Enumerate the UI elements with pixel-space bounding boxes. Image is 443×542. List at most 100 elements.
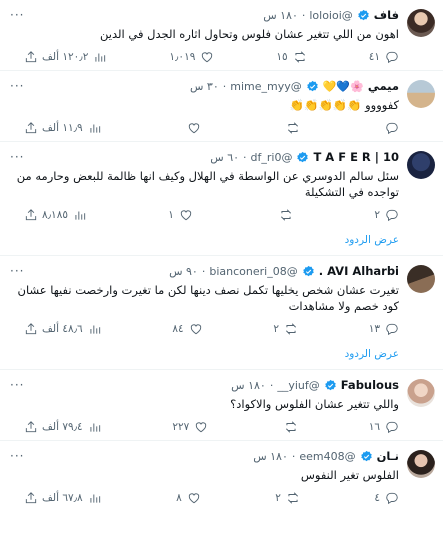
handle[interactable]: @mime_myy (230, 80, 302, 93)
retweet-button[interactable] (279, 420, 298, 434)
like-count: ٨ (176, 492, 182, 504)
timestamp[interactable]: ١٨٠ س (263, 9, 298, 22)
handle[interactable]: @eem408 (299, 450, 355, 463)
views-button[interactable]: ١٢٠٫٢ ألف (42, 50, 107, 64)
avatar[interactable] (407, 450, 435, 478)
views-button[interactable]: ١١٫٩ ألف (42, 121, 102, 135)
reply-button[interactable]: ٢ (374, 208, 399, 222)
views-button[interactable]: ٨٫١٨٥ (42, 208, 87, 222)
reply-count: ٤١ (368, 51, 380, 63)
views-icon (90, 423, 100, 432)
display-name[interactable]: Fabulous (341, 378, 399, 392)
more-icon[interactable]: ··· (10, 264, 24, 278)
timestamp[interactable]: ٦٠ س (210, 151, 239, 164)
share-icon (25, 51, 37, 63)
view-count: ٧٩٫٤ ألف (42, 421, 83, 433)
reply-button[interactable]: ١٣ (369, 322, 399, 336)
timestamp[interactable]: ١٨٠ س (231, 379, 266, 392)
handle[interactable]: @df_ri0 (251, 151, 293, 164)
share-button[interactable] (24, 208, 38, 222)
share-button[interactable] (24, 50, 38, 64)
tweet-text: تغيرت عشان شخص يخليها تكمل نصف دينها لكن… (17, 283, 399, 313)
reply-count: ١٣ (368, 323, 380, 335)
share-button[interactable] (24, 121, 38, 135)
retweet-icon (294, 51, 305, 63)
retweet-icon (286, 323, 297, 335)
retweet-button[interactable]: ٢ (273, 322, 298, 336)
tweet[interactable]: ··· AVI Alharbi . @bianconeri_08 · ٩٠ س … (0, 256, 443, 370)
avatar[interactable] (407, 80, 435, 108)
heart-icon (180, 210, 191, 221)
retweet-count: ٢ (275, 492, 281, 504)
share-icon (25, 492, 37, 504)
display-name[interactable]: T A F E R | 10 (313, 150, 399, 164)
show-replies-link[interactable]: عرض الردود (14, 228, 399, 255)
retweet-count: ٢ (273, 323, 280, 335)
separator-dot: · (201, 264, 206, 278)
tweet[interactable]: ··· نـان @eem408 · ١٨٠ س الفلوس تغير الن… (0, 441, 443, 511)
like-button[interactable]: ٨ (176, 491, 201, 505)
views-button[interactable]: ٧٩٫٤ ألف (42, 420, 102, 434)
share-button[interactable] (24, 322, 38, 336)
share-button[interactable] (24, 491, 38, 505)
retweet-button[interactable] (274, 208, 293, 222)
more-icon[interactable]: ··· (10, 79, 24, 93)
like-button[interactable]: ١٫٠١٩ (169, 50, 214, 64)
more-icon[interactable]: ··· (10, 8, 24, 22)
more-icon[interactable]: ··· (10, 150, 24, 164)
tweet[interactable]: ··· ميمي 🌸💙💛 @mime_myy · ٣٠ س كفوووو 👏👏👏… (0, 71, 443, 142)
like-count: ٨٤ (172, 323, 184, 335)
verified-badge-icon (324, 379, 336, 390)
retweet-icon (281, 209, 292, 221)
verified-badge-icon (302, 265, 314, 276)
share-icon (25, 209, 37, 221)
timestamp[interactable]: ٣٠ س (190, 80, 219, 93)
tweet[interactable]: ··· Fabulous @yiuf__ · ١٨٠ س واللي تتغير… (0, 370, 443, 441)
views-button[interactable]: ٦٧٫٨ ألف (42, 491, 102, 505)
avatar[interactable] (407, 9, 435, 37)
handle[interactable]: @loloioi (309, 9, 352, 22)
avatar[interactable] (407, 265, 435, 293)
heart-icon (196, 422, 207, 433)
display-name[interactable]: ميمي (368, 79, 399, 93)
like-button[interactable]: ٢٢٧ (172, 420, 208, 434)
separator-dot: · (291, 449, 296, 463)
reply-icon (386, 51, 398, 64)
display-name[interactable]: AVI Alharbi . (319, 264, 399, 278)
more-icon[interactable]: ··· (10, 378, 24, 392)
avatar[interactable] (407, 151, 435, 179)
show-replies-link[interactable]: عرض الردود (14, 342, 399, 369)
heart-icon (190, 324, 201, 335)
display-name[interactable]: نـان (377, 449, 399, 463)
reply-button[interactable]: ٤ (374, 491, 399, 505)
reply-button[interactable] (380, 121, 399, 135)
timestamp[interactable]: ٩٠ س (169, 265, 198, 278)
tweet-text: اهون من اللي تتغير عشان فلوس وتحاول اثار… (100, 27, 399, 41)
tweet[interactable]: ··· T A F E R | 10 @df_ri0 · ٦٠ س سئل سا… (0, 142, 443, 256)
retweet-button[interactable]: ٢ (275, 491, 300, 505)
reply-icon (386, 492, 398, 505)
retweet-button[interactable] (281, 121, 300, 135)
share-button[interactable] (24, 420, 38, 434)
retweet-button[interactable]: ١٥ (276, 50, 306, 64)
display-name[interactable]: فاف (374, 8, 399, 22)
retweet-icon (287, 122, 298, 134)
handle[interactable]: @bianconeri_08 (209, 265, 297, 278)
retweet-icon (286, 421, 297, 433)
separator-dot: · (222, 79, 227, 93)
handle[interactable]: @yiuf__ (277, 379, 319, 392)
timestamp[interactable]: ١٨٠ س (253, 450, 288, 463)
like-button[interactable] (182, 121, 201, 135)
reply-button[interactable]: ٤١ (369, 50, 399, 64)
avatar[interactable] (407, 379, 435, 407)
view-count: ٨٫١٨٥ (42, 209, 68, 221)
views-button[interactable]: ٤٨٫٦ ألف (42, 322, 102, 336)
more-icon[interactable]: ··· (10, 449, 24, 463)
reply-count: ٢ (374, 209, 380, 221)
reply-button[interactable]: ١٦ (369, 420, 399, 434)
reply-icon (386, 323, 398, 336)
like-button[interactable]: ١ (168, 208, 193, 222)
tweet[interactable]: ··· فاف @loloioi · ١٨٠ س اهون من اللي تت… (0, 0, 443, 71)
like-button[interactable]: ٨٤ (172, 322, 202, 336)
reply-count: ٤ (374, 492, 380, 504)
